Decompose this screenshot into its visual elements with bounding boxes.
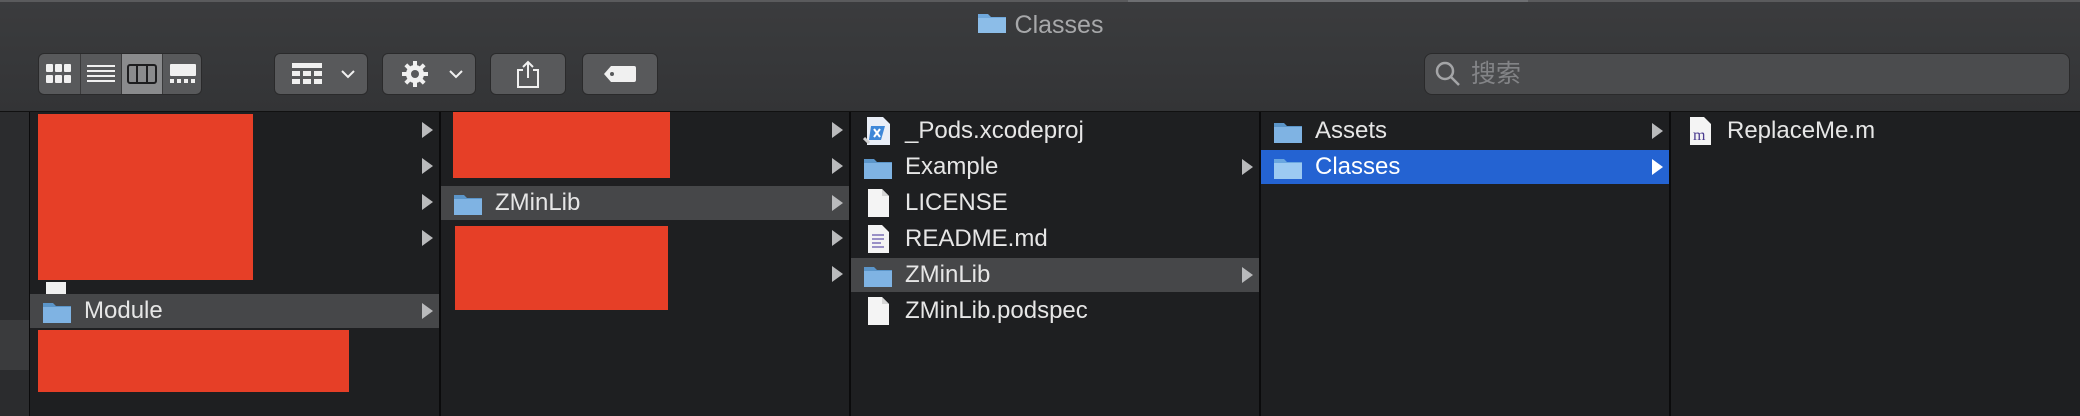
share-icon: [517, 60, 539, 88]
redaction-block: [455, 226, 668, 310]
group-grid-icon: [292, 63, 322, 84]
disclosure-arrow-icon: [832, 122, 843, 138]
folder-icon: [1274, 123, 1302, 143]
disclosure-arrow-icon: [1652, 123, 1663, 139]
chevron-down-icon: [449, 70, 463, 79]
objc-file-icon: m: [1690, 117, 1711, 145]
disclosure-arrow-icon: [1652, 159, 1663, 175]
folder-icon: [977, 9, 1007, 43]
list-item[interactable]: Example: [851, 150, 1259, 184]
disclosure-arrow-icon: [1242, 267, 1253, 283]
group-by-button[interactable]: [274, 53, 368, 95]
column-view-button[interactable]: [121, 54, 162, 94]
browser-column-1: Module: [30, 112, 441, 416]
disclosure-arrow-icon: [422, 194, 433, 210]
browser-column-5: m ReplaceMe.m: [1671, 112, 2080, 416]
document-icon: [868, 297, 889, 325]
list-view-button[interactable]: [80, 54, 121, 94]
folder-icon: [1274, 159, 1302, 179]
sidebar-selected-stub: [0, 320, 29, 370]
window-titlebar: Classes: [0, 0, 2080, 112]
gear-icon: [402, 61, 428, 87]
list-item[interactable]: Classes: [1261, 150, 1669, 184]
columns-icon: [127, 64, 157, 84]
window-title-text: Classes: [1014, 11, 1104, 39]
gallery-view-button[interactable]: [162, 54, 202, 94]
list-item[interactable]: README.md: [851, 222, 1259, 256]
action-button[interactable]: [382, 53, 476, 95]
folder-icon: [864, 267, 892, 287]
browser-column-4: Assets Classes: [1261, 112, 1671, 416]
disclosure-arrow-icon: [422, 303, 433, 319]
tag-button[interactable]: [582, 53, 658, 95]
folder-icon: [454, 195, 482, 215]
list-item[interactable]: ZMinLib: [441, 186, 849, 220]
list-item[interactable]: Assets: [1261, 114, 1669, 148]
disclosure-arrow-icon: [422, 122, 433, 138]
disclosure-arrow-icon: [422, 158, 433, 174]
redaction-block: [453, 112, 670, 178]
disclosure-arrow-icon: [832, 158, 843, 174]
sidebar-edge: [0, 112, 30, 416]
gallery-icon: [169, 64, 196, 83]
list-item[interactable]: ZMinLib: [851, 258, 1259, 292]
markdown-file-icon: [868, 225, 889, 253]
list-item-label: Classes: [1315, 153, 1401, 180]
redaction-block: [38, 330, 349, 392]
document-icon: [868, 189, 889, 217]
list-item[interactable]: _Pods.xcodeproj: [851, 114, 1259, 148]
disclosure-arrow-icon: [832, 195, 843, 211]
svg-text:m: m: [1693, 127, 1706, 144]
titlebar-highlight-accent: [1128, 0, 1528, 2]
browser-column-2: ZMinLib: [441, 112, 851, 416]
list-item-label: ZMinLib.podspec: [905, 297, 1088, 324]
list-icon: [87, 65, 115, 82]
titlebar-highlight: [0, 0, 2080, 2]
folder-icon: [43, 303, 71, 323]
list-item-label: Module: [84, 297, 163, 324]
list-item-label: LICENSE: [905, 189, 1008, 216]
chevron-down-icon: [341, 70, 355, 79]
list-item-label: _Pods.xcodeproj: [905, 117, 1084, 144]
search-input[interactable]: [1469, 58, 2053, 90]
column-browser: Module ZMinLib _Pods.xcodeproj Example L…: [0, 112, 2080, 416]
icon-view-button[interactable]: [39, 54, 79, 94]
redaction-block: [38, 114, 253, 280]
list-item[interactable]: ZMinLib.podspec: [851, 294, 1259, 328]
disclosure-arrow-icon: [832, 266, 843, 282]
share-button[interactable]: [490, 53, 566, 95]
disclosure-arrow-icon: [832, 230, 843, 246]
list-item-label: Example: [905, 153, 999, 180]
folder-icon: [864, 159, 892, 179]
list-item-label: ZMinLib: [495, 189, 581, 216]
tag-icon: [604, 66, 636, 82]
browser-column-3: _Pods.xcodeproj Example LICENSE README.m…: [851, 112, 1261, 416]
list-item-label: README.md: [905, 225, 1048, 252]
view-mode-control: [38, 53, 202, 95]
xcodeproj-icon: [863, 117, 890, 145]
list-item-label: ZMinLib: [905, 261, 991, 288]
list-item[interactable]: Module: [30, 294, 439, 328]
disclosure-arrow-icon: [422, 230, 433, 246]
disclosure-arrow-icon: [1242, 159, 1253, 175]
list-item[interactable]: m ReplaceMe.m: [1671, 114, 2080, 148]
list-item[interactable]: LICENSE: [851, 186, 1259, 220]
list-item-label: ReplaceMe.m: [1727, 117, 1876, 144]
search-icon: [1435, 61, 1460, 86]
list-item-label: Assets: [1315, 117, 1388, 144]
search-field[interactable]: [1424, 53, 2070, 95]
window-title: Classes: [0, 8, 2080, 42]
grid-icon: [46, 64, 71, 83]
